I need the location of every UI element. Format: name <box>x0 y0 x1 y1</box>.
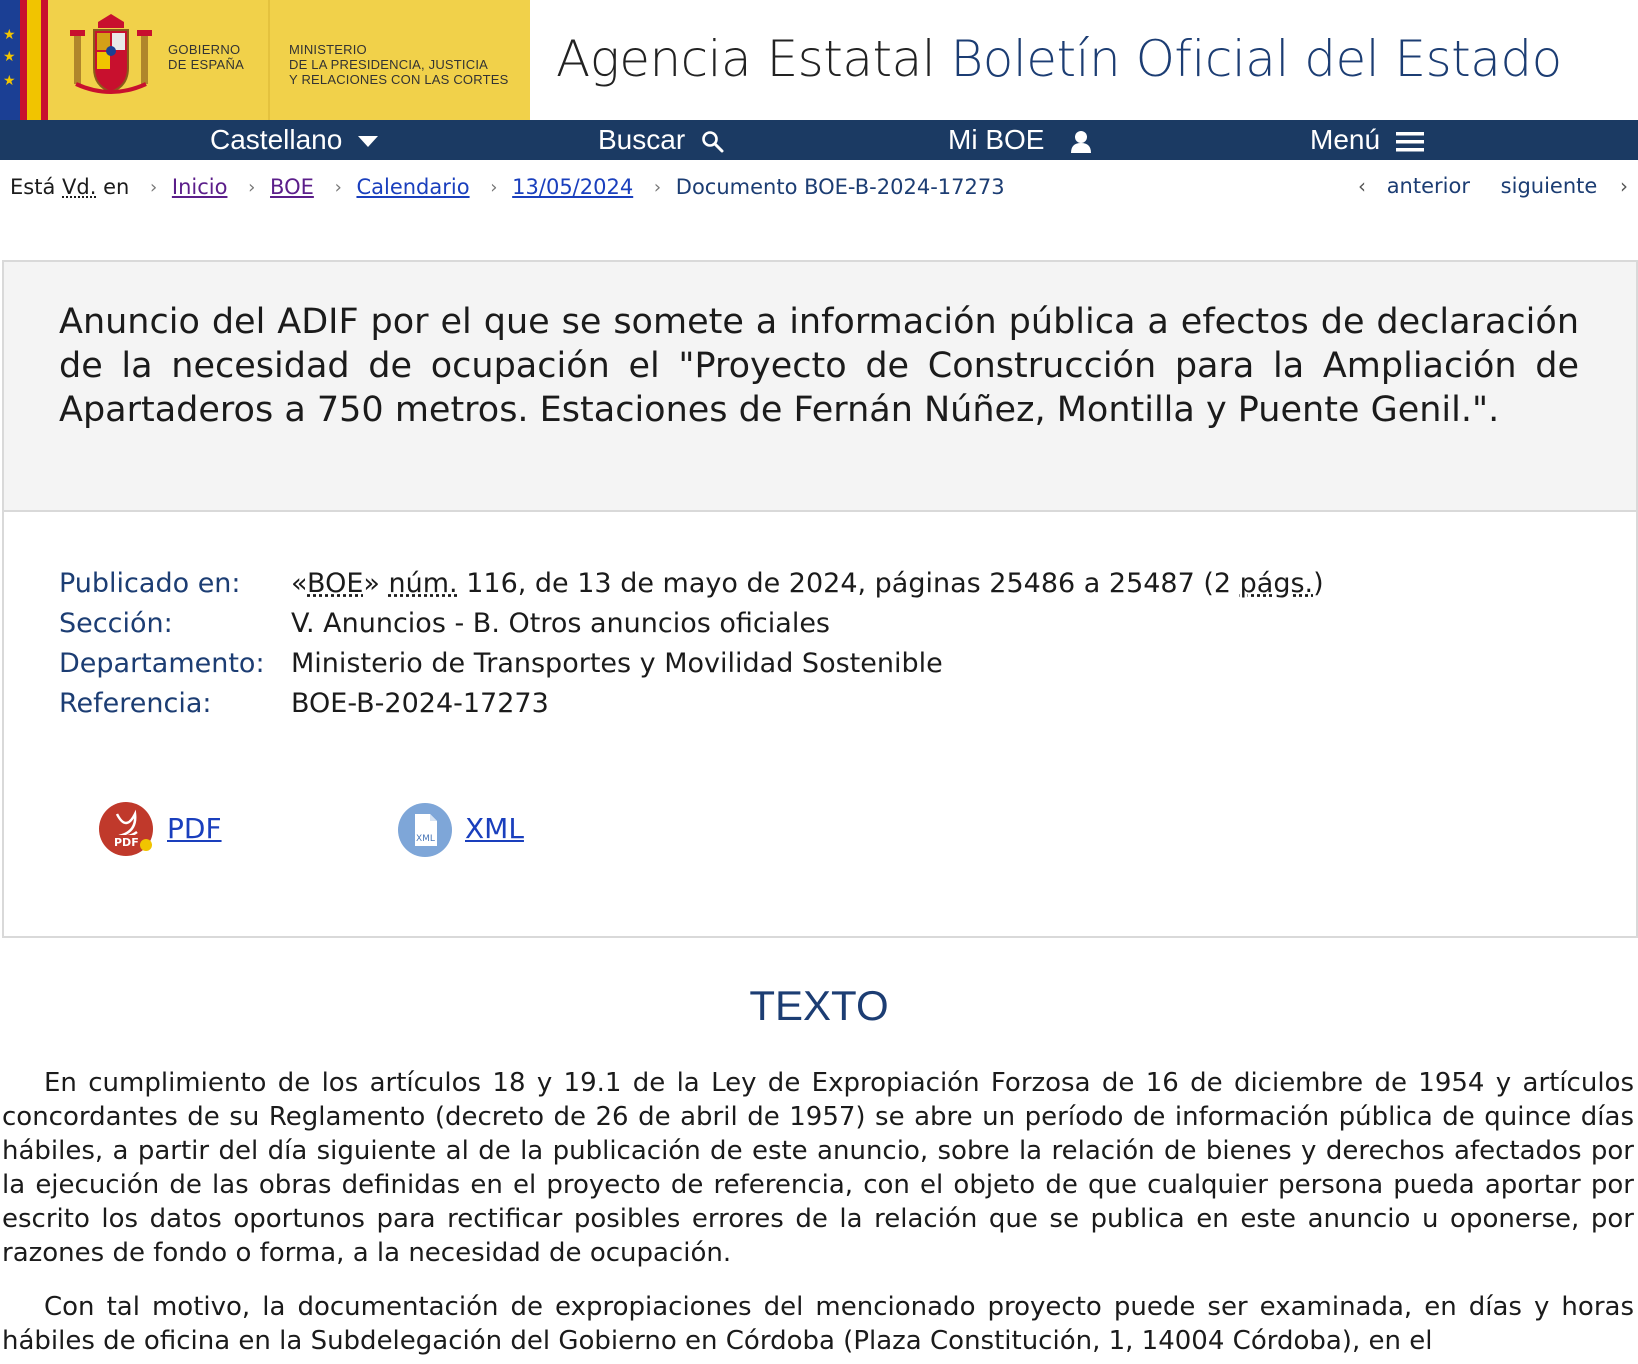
published-num-abbr: núm. <box>388 568 458 599</box>
chevron-right-icon: › <box>149 176 158 198</box>
pdf-icon: PDF <box>99 802 153 856</box>
ministry-line-1: MINISTERIO <box>289 42 367 57</box>
department-value: Ministerio de Transportes y Movilidad So… <box>291 648 943 679</box>
pdf-icon-text: PDF <box>114 836 139 849</box>
breadcrumb: Está Vd. en › Inicio › BOE › Calendario … <box>10 174 1005 204</box>
chevron-right-icon: › <box>1620 174 1628 198</box>
next-link[interactable]: siguiente <box>1501 174 1598 198</box>
xml-download[interactable]: XML XML <box>397 802 524 858</box>
mi-boe-button[interactable]: Mi BOE <box>948 120 1092 160</box>
gov-spain-label: GOBIERNO DE ESPAÑA <box>168 42 244 72</box>
divider <box>268 0 270 120</box>
menu-button[interactable]: Menú <box>1310 120 1424 160</box>
government-branding[interactable]: ★ ★ ★ GOBIERNO DE ESPAÑA MINISTERIO DE L… <box>0 0 530 120</box>
site-header: ★ ★ ★ GOBIERNO DE ESPAÑA MINISTERIO DE L… <box>0 0 1638 120</box>
published-quote-close: » <box>363 568 389 599</box>
mi-boe-label: Mi BOE <box>948 124 1045 155</box>
gov-line-2: DE ESPAÑA <box>168 57 245 72</box>
breadcrumb-boe[interactable]: BOE <box>270 175 314 199</box>
xml-icon-text: XML <box>416 834 435 844</box>
star-icon: ★ <box>3 49 16 65</box>
breadcrumb-intro: Está <box>10 175 56 199</box>
breadcrumb-current: Documento BOE-B-2024-17273 <box>675 175 1005 199</box>
site-title-prefix: Agencia Estatal <box>556 30 936 88</box>
breadcrumb-intro-en: en <box>103 175 130 199</box>
document-pager: ‹ anterior siguiente › <box>1358 174 1638 198</box>
language-selector[interactable]: Castellano <box>210 120 379 160</box>
chevron-right-icon: › <box>653 176 662 198</box>
body-paragraph: Con tal motivo, la documentación de expr… <box>2 1292 1634 1356</box>
ministry-label: MINISTERIO DE LA PRESIDENCIA, JUSTICIA Y… <box>289 42 508 87</box>
ministry-line-2: DE LA PRESIDENCIA, JUSTICIA <box>289 57 489 72</box>
published-value: «BOE» núm. 116, de 13 de mayo de 2024, p… <box>291 568 1324 599</box>
section-value: V. Anuncios - B. Otros anuncios oficiale… <box>291 608 830 639</box>
ministry-line-3: Y RELACIONES CON LAS CORTES <box>289 72 509 87</box>
breadcrumb-abbr: Vd. <box>62 175 97 199</box>
site-title-link[interactable]: Agencia Estatal Boletín Oficial del Esta… <box>556 30 1562 88</box>
hamburger-icon <box>1395 131 1424 152</box>
star-icon: ★ <box>3 27 16 43</box>
language-label: Castellano <box>210 124 343 155</box>
pdf-link-label: PDF <box>167 812 222 845</box>
section-title: TEXTO <box>749 982 889 1029</box>
search-button[interactable]: Buscar <box>598 120 725 160</box>
xml-link-label: XML <box>465 812 524 845</box>
body-paragraph: En cumplimiento de los artículos 18 y 19… <box>2 1068 1634 1268</box>
eu-spain-flag-strip: ★ ★ ★ <box>0 0 48 120</box>
search-icon <box>702 130 724 153</box>
user-icon <box>1071 130 1092 153</box>
xml-icon: XML <box>398 803 452 857</box>
site-title-main: Boletín Oficial del Estado <box>950 30 1563 88</box>
star-icon: ★ <box>3 73 16 89</box>
coat-of-arms-icon <box>70 14 152 94</box>
department-label: Departamento: <box>59 648 265 679</box>
chevron-right-icon: › <box>334 176 342 198</box>
section-label: Sección: <box>59 608 173 639</box>
published-boe-abbr: BOE <box>307 568 364 599</box>
chevron-right-icon: › <box>248 176 256 198</box>
breadcrumb-calendario[interactable]: Calendario <box>356 175 469 199</box>
previous-link[interactable]: anterior <box>1387 174 1470 198</box>
published-label: Publicado en: <box>59 568 241 599</box>
reference-value: BOE-B-2024-17273 <box>291 688 549 719</box>
caret-down-icon <box>358 135 379 147</box>
pdf-download[interactable]: PDF PDF <box>99 802 222 858</box>
gov-line-1: GOBIERNO <box>168 42 241 57</box>
chevron-right-icon: › <box>490 176 498 198</box>
breadcrumb-inicio[interactable]: Inicio <box>172 175 228 199</box>
document-title-area: Anuncio del ADIF por el que se somete a … <box>4 262 1636 512</box>
main-nav: Castellano Buscar Mi BOE Menú <box>0 120 1638 160</box>
breadcrumb-date[interactable]: 13/05/2024 <box>512 175 633 199</box>
published-pags-abbr: págs. <box>1239 568 1314 599</box>
document-summary-box: Anuncio del ADIF por el que se somete a … <box>2 260 1638 938</box>
published-end: ) <box>1313 568 1324 599</box>
chevron-left-icon: ‹ <box>1358 174 1366 198</box>
search-label: Buscar <box>598 124 686 155</box>
document-title: Anuncio del ADIF por el que se somete a … <box>59 302 1579 430</box>
reference-label: Referencia: <box>59 688 212 719</box>
published-detail: 116, de 13 de mayo de 2024, páginas 2548… <box>457 568 1240 599</box>
published-quote-open: « <box>291 568 308 599</box>
menu-label: Menú <box>1310 124 1381 155</box>
